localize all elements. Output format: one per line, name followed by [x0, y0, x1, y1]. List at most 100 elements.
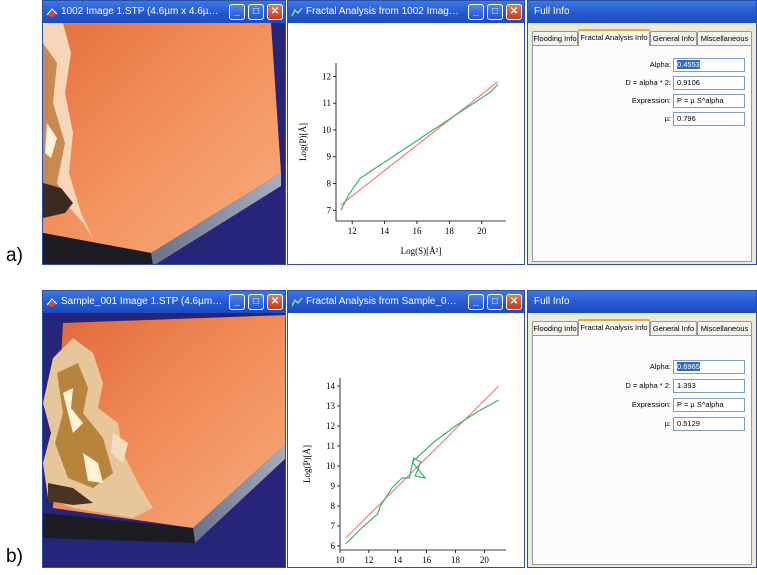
- tab-miscellaneous[interactable]: Miscellaneous: [697, 321, 752, 335]
- y-tick-label: 8: [327, 179, 332, 189]
- maximize-button[interactable]: □: [487, 294, 503, 310]
- y-tick-label: 6: [331, 541, 336, 551]
- expression-field[interactable]: P = µ S^alpha: [673, 398, 745, 412]
- fit-line: [345, 385, 500, 539]
- surface-view[interactable]: [43, 23, 285, 264]
- tab-general-info[interactable]: General Info: [650, 31, 697, 45]
- close-button[interactable]: ✕: [267, 4, 283, 20]
- x-tick-label: 20: [480, 555, 490, 565]
- field-label: D = alpha * 2:: [625, 381, 671, 390]
- minimize-button[interactable]: _: [468, 4, 484, 20]
- surface-window[interactable]: Sample_001 Image 1.STP (4.6µm x 4.6µ... …: [42, 290, 286, 568]
- y-tick-label: 11: [322, 98, 331, 108]
- x-tick-label: 10: [336, 555, 346, 565]
- x-tick-label: 14: [393, 555, 403, 565]
- field-label: Expression:: [631, 400, 671, 409]
- maximize-button[interactable]: □: [248, 294, 264, 310]
- field-expression: Expression: P = µ S^alpha: [533, 397, 751, 413]
- x-tick-label: 14: [380, 226, 390, 236]
- field-label: µ:: [664, 419, 671, 428]
- tab-general-info[interactable]: General Info: [650, 321, 697, 335]
- info-content: Flooding Info Fractal Analysis Info Gene…: [528, 313, 756, 567]
- field-value: 0.5129: [677, 419, 700, 428]
- y-tick-label: 9: [327, 152, 332, 162]
- info-window-titlebar[interactable]: Full Info: [528, 291, 756, 313]
- alpha-field[interactable]: 0.6965: [673, 360, 745, 374]
- fractal-plot-window[interactable]: Fractal Analysis from Sample_001 Image..…: [287, 290, 525, 568]
- surface-window-titlebar[interactable]: 1002 Image 1.STP (4.6µm x 4.6µm) :Con...…: [43, 1, 285, 23]
- field-mu: µ: 0.796: [533, 111, 751, 127]
- y-tick-label: 13: [326, 401, 336, 411]
- field-value: 1.393: [677, 381, 696, 390]
- minimize-button[interactable]: _: [468, 294, 484, 310]
- expression-field[interactable]: P = µ S^alpha: [673, 94, 745, 108]
- d-field[interactable]: 0.9106: [673, 76, 745, 90]
- fractal-analysis-tabpage: Alpha: 0.6965 D = alpha * 2: 1.393 Expre…: [532, 335, 752, 565]
- plot-window-titlebar[interactable]: Fractal Analysis from Sample_001 Image..…: [288, 291, 524, 313]
- fractal-plot-window[interactable]: Fractal Analysis from 1002 Image 1.STP .…: [287, 0, 525, 265]
- tab-fractal-analysis-info[interactable]: Fractal Analysis Info: [578, 29, 650, 46]
- close-button[interactable]: ✕: [506, 294, 522, 310]
- full-info-window[interactable]: Full Info Flooding Info Fractal Analysis…: [527, 290, 757, 568]
- minimize-button[interactable]: _: [229, 4, 245, 20]
- field-mu: µ: 0.5129: [533, 416, 751, 432]
- field-value: 0.796: [677, 114, 696, 123]
- field-label: µ:: [664, 114, 671, 123]
- field-value: 0.6965: [677, 362, 700, 371]
- field-label: Alpha:: [649, 60, 671, 69]
- maximize-button[interactable]: □: [487, 4, 503, 20]
- y-tick-label: 11: [326, 441, 335, 451]
- surface-view[interactable]: [43, 313, 285, 567]
- fractal-plot-icon: [291, 297, 303, 307]
- y-tick-label: 14: [326, 381, 336, 391]
- y-axis-label: Log(P)[Å]: [298, 123, 308, 161]
- mu-field[interactable]: 0.796: [673, 112, 745, 126]
- x-tick-label: 16: [412, 226, 422, 236]
- x-tick-label: 12: [348, 226, 357, 236]
- info-window-titlebar[interactable]: Full Info: [528, 1, 756, 23]
- field-expression: Expression: P = µ S^alpha: [533, 93, 751, 109]
- panel-b: Sample_001 Image 1.STP (4.6µm x 4.6µ... …: [42, 290, 757, 568]
- x-axis-label: Log(S)[Å²]: [401, 246, 442, 256]
- minimize-button[interactable]: _: [229, 294, 245, 310]
- window-title: Sample_001 Image 1.STP (4.6µm x 4.6µ...: [61, 296, 251, 307]
- fractal-chart-a: 12 14 16 18 20 7 8 9 10 11 12 Log(S)[Å²] Log(P)[Å]: [298, 63, 506, 256]
- maximize-button[interactable]: □: [248, 4, 264, 20]
- tab-miscellaneous[interactable]: Miscellaneous: [697, 31, 752, 45]
- plot-area: 10121416182067891011121314Log(S)[Å²]Log(…: [288, 313, 524, 567]
- field-alpha: Alpha: 0.6965: [533, 359, 751, 375]
- field-d: D = alpha * 2: 1.393: [533, 378, 751, 394]
- field-value: P = µ S^alpha: [677, 96, 724, 105]
- window-title: Full Info: [534, 6, 570, 17]
- x-tick-label: 12: [364, 555, 373, 565]
- fit-line: [340, 81, 499, 206]
- close-button[interactable]: ✕: [267, 294, 283, 310]
- data-line: [340, 83, 499, 211]
- surface-3d-render: [43, 313, 285, 567]
- surface-3d-icon: [46, 8, 58, 17]
- x-tick-label: 20: [477, 226, 487, 236]
- fractal-analysis-tabpage: Alpha: 0.4553 D = alpha * 2: 0.9106 Expr…: [532, 45, 752, 262]
- y-tick-label: 10: [326, 461, 336, 471]
- y-tick-label: 7: [327, 205, 332, 215]
- close-button[interactable]: ✕: [506, 4, 522, 20]
- tab-flooding-info[interactable]: Flooding Info: [532, 31, 578, 45]
- y-tick-label: 10: [322, 125, 332, 135]
- info-content: Flooding Info Fractal Analysis Info Gene…: [528, 23, 756, 264]
- d-field[interactable]: 1.393: [673, 379, 745, 393]
- full-info-window[interactable]: Full Info Flooding Info Fractal Analysis…: [527, 0, 757, 265]
- surface-window-titlebar[interactable]: Sample_001 Image 1.STP (4.6µm x 4.6µ... …: [43, 291, 285, 313]
- x-tick-label: 16: [422, 555, 432, 565]
- surface-window[interactable]: 1002 Image 1.STP (4.6µm x 4.6µm) :Con...…: [42, 0, 286, 265]
- plot-window-titlebar[interactable]: Fractal Analysis from 1002 Image 1.STP .…: [288, 1, 524, 23]
- data-line: [345, 399, 500, 545]
- field-value: 0.4553: [677, 60, 700, 69]
- mu-field[interactable]: 0.5129: [673, 417, 745, 431]
- tab-fractal-analysis-info[interactable]: Fractal Analysis Info: [578, 319, 650, 336]
- alpha-field[interactable]: 0.4553: [673, 58, 745, 72]
- panel-label-b: b): [6, 546, 23, 567]
- window-title: Full Info: [534, 296, 570, 307]
- panel-a: 1002 Image 1.STP (4.6µm x 4.6µm) :Con...…: [42, 0, 757, 265]
- field-label: Expression:: [631, 96, 671, 105]
- tab-flooding-info[interactable]: Flooding Info: [532, 321, 578, 335]
